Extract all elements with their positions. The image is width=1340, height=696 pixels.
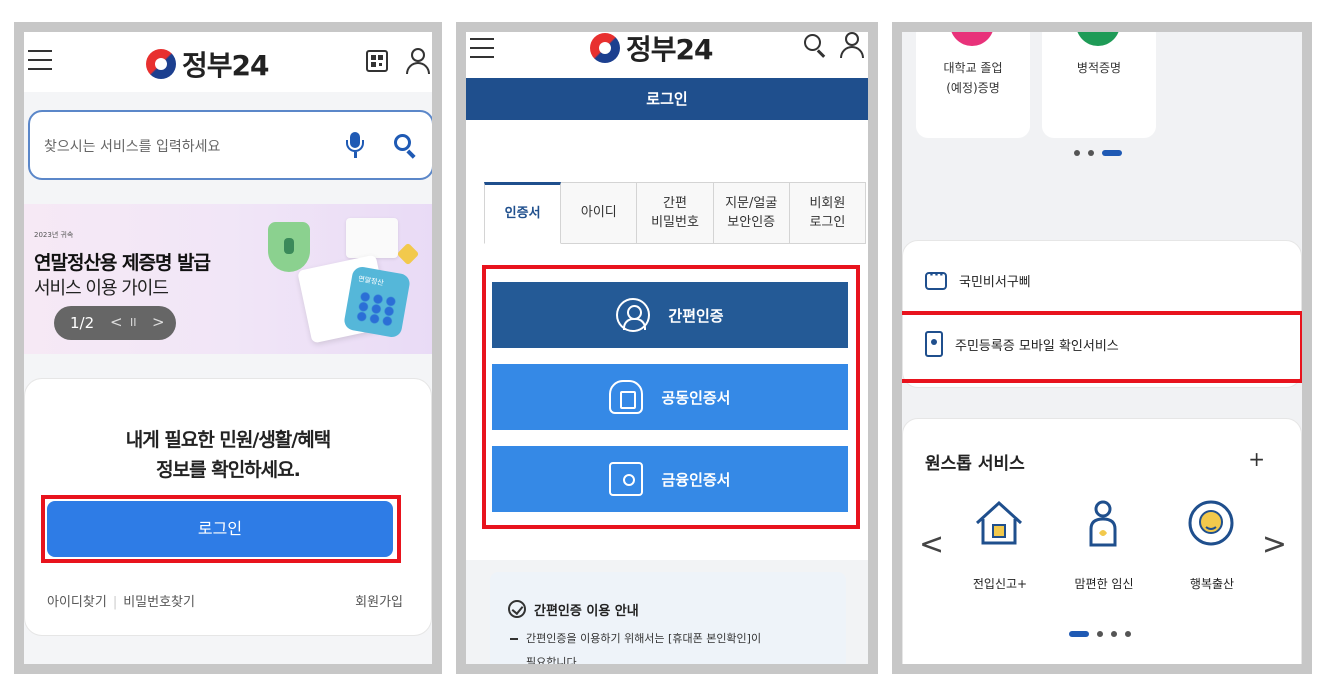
screen-login-viewport: 정부24 로그인 인증서 아이디 간편 비밀번호 지문/얼굴 보안인증 비회원 … [466, 32, 868, 664]
login-panel: 인증서 아이디 간편 비밀번호 지문/얼굴 보안인증 비회원 로그인 간편인증 … [466, 120, 868, 560]
screen-home-viewport: 정부24 찾으시는 서비스를 입력하세요 2023년 귀속 연말정산용 제증명 … [24, 32, 432, 664]
page-dot-active[interactable] [1069, 631, 1089, 637]
page-dot-active[interactable] [1102, 150, 1122, 156]
page-dot[interactable] [1111, 631, 1117, 637]
search-input[interactable]: 찾으시는 서비스를 입력하세요 [28, 110, 432, 180]
banner-pager: 1/2 < II > [54, 306, 176, 340]
banner-subtitle: 서비스 이용 가이드 [34, 278, 169, 299]
taegeuk-logo-icon [146, 49, 176, 79]
tile-label: 병적증명 [1076, 61, 1122, 75]
info-body-line1: 간편인증을 이용하기 위해서는 [휴대폰 본인확인]이 [526, 632, 762, 645]
logo-text: 정부24 [182, 49, 269, 82]
info-card: 간편인증 이용 안내 간편인증을 이용하기 위해서는 [휴대폰 본인확인]이 필… [490, 572, 846, 664]
chevron-left-icon[interactable]: < [919, 527, 944, 562]
header: 정부24 [466, 32, 868, 78]
logo[interactable]: 정부24 [590, 32, 713, 68]
banner-pause-button[interactable]: II [130, 316, 137, 329]
account-links: 아이디찾기 | 비밀번호찾기 [47, 591, 195, 610]
header: 정부24 [24, 32, 432, 92]
join-link[interactable]: 회원가입 [355, 591, 403, 610]
plus-icon[interactable]: + [1248, 447, 1265, 471]
graduation-icon [950, 32, 994, 46]
microphone-icon[interactable] [346, 132, 364, 158]
login-card: 내게 필요한 민원/생활/혜택 정보를 확인하세요. 로그인 아이디찾기 | 비밀번… [24, 378, 432, 636]
page-dot[interactable] [1125, 631, 1131, 637]
divider: | [112, 595, 118, 610]
tab-biometric[interactable]: 지문/얼굴 보안인증 [713, 182, 790, 244]
banner-page-count: 1/2 [70, 314, 95, 332]
screen-login: 정부24 로그인 인증서 아이디 간편 비밀번호 지문/얼굴 보안인증 비회원 … [456, 22, 878, 674]
highlight-box [41, 495, 401, 563]
search-icon[interactable] [804, 34, 826, 58]
logo-text: 정부24 [626, 33, 713, 66]
bullet-dash [510, 638, 518, 640]
tax-illustration: 연말정산 [246, 218, 426, 348]
house-icon[interactable] [971, 495, 1027, 551]
login-message-line2: 정보를 확인하세요. [156, 459, 301, 481]
taegeuk-logo-icon [590, 33, 620, 63]
oneshot-item-label[interactable]: 맘편한 임신 [1059, 575, 1149, 592]
tab-id[interactable]: 아이디 [561, 182, 638, 244]
find-password-link[interactable]: 비밀번호찾기 [123, 595, 195, 610]
tile-military-certificate[interactable]: 병적증명 [1042, 32, 1156, 138]
info-heading: 간편인증 이용 안내 [534, 604, 639, 619]
banner-next-button[interactable]: > [152, 313, 165, 331]
tab-simple-password[interactable]: 간편 비밀번호 [637, 182, 714, 244]
login-tabs: 인증서 아이디 간편 비밀번호 지문/얼굴 보안인증 비회원 로그인 [484, 182, 867, 244]
highlight-box [482, 265, 860, 529]
page-dot[interactable] [1097, 631, 1103, 637]
oneshot-title: 원스톱 서비스 [925, 454, 1025, 474]
oneshot-item-label[interactable]: 전입신고+ [955, 575, 1045, 592]
info-body-line2: 필요합니다. [526, 656, 581, 664]
banner-title: 연말정산용 제증명 발급 [34, 252, 211, 274]
page-dot[interactable] [1074, 150, 1080, 156]
promo-banner[interactable]: 2023년 귀속 연말정산용 제증명 발급 서비스 이용 가이드 1/2 < I… [24, 204, 432, 354]
screen-services: 대학교 졸업 (예정)증명 병적증명 국민비서구삐 주민등록증 모바일 확인서 [892, 22, 1312, 674]
chevron-right-icon[interactable]: > [1262, 527, 1287, 562]
menu-icon[interactable] [470, 38, 494, 58]
tile-graduation-certificate[interactable]: 대학교 졸업 (예정)증명 [916, 32, 1030, 138]
banner-prev-button[interactable]: < [110, 313, 123, 331]
service-secretary-label: 국민비서구삐 [959, 275, 1031, 290]
user-icon[interactable] [840, 32, 864, 58]
pregnancy-icon[interactable] [1075, 495, 1131, 551]
oneshot-card: 원스톱 서비스 + < > 전입신고+ 맘편한 임신 행복출산 [902, 418, 1302, 664]
tile-label: 대학교 졸업 (예정)증명 [943, 61, 1003, 96]
oneshot-pagination [1069, 631, 1131, 637]
receipt-icon [346, 218, 398, 258]
screen-home: 정부24 찾으시는 서비스를 입력하세요 2023년 귀속 연말정산용 제증명 … [14, 22, 442, 674]
banner-tag: 2023년 귀속 [34, 231, 74, 239]
service-secretary[interactable]: 국민비서구삐 [925, 268, 1031, 290]
tab-guest-login[interactable]: 비회원 로그인 [789, 182, 867, 244]
baby-icon[interactable] [1183, 495, 1239, 551]
page-title: 로그인 [466, 78, 868, 120]
shield-icon [268, 222, 310, 272]
tiles-pagination [1074, 150, 1122, 156]
oneshot-item-label[interactable]: 행복출산 [1167, 575, 1257, 592]
stage: 정부24 찾으시는 서비스를 입력하세요 2023년 귀속 연말정산용 제증명 … [0, 0, 1340, 696]
screen-services-viewport: 대학교 졸업 (예정)증명 병적증명 국민비서구삐 주민등록증 모바일 확인서 [902, 32, 1302, 664]
military-icon [1076, 32, 1120, 46]
check-circle-icon [508, 600, 526, 618]
login-message-line1: 내게 필요한 민원/생활/혜택 [125, 429, 331, 451]
tiles-area: 대학교 졸업 (예정)증명 병적증명 [902, 32, 1302, 204]
tab-certificate[interactable]: 인증서 [484, 182, 562, 244]
search-placeholder: 찾으시는 서비스를 입력하세요 [44, 139, 221, 155]
star-icon [396, 242, 420, 266]
search-icon[interactable] [394, 134, 416, 159]
page-dot[interactable] [1088, 150, 1094, 156]
highlight-box [902, 311, 1302, 383]
qr-code-icon[interactable] [366, 50, 388, 72]
find-id-link[interactable]: 아이디찾기 [47, 595, 107, 610]
menu-icon[interactable] [28, 50, 52, 70]
chat-icon [925, 268, 947, 290]
user-icon[interactable] [406, 48, 430, 74]
logo[interactable]: 정부24 [146, 44, 269, 84]
